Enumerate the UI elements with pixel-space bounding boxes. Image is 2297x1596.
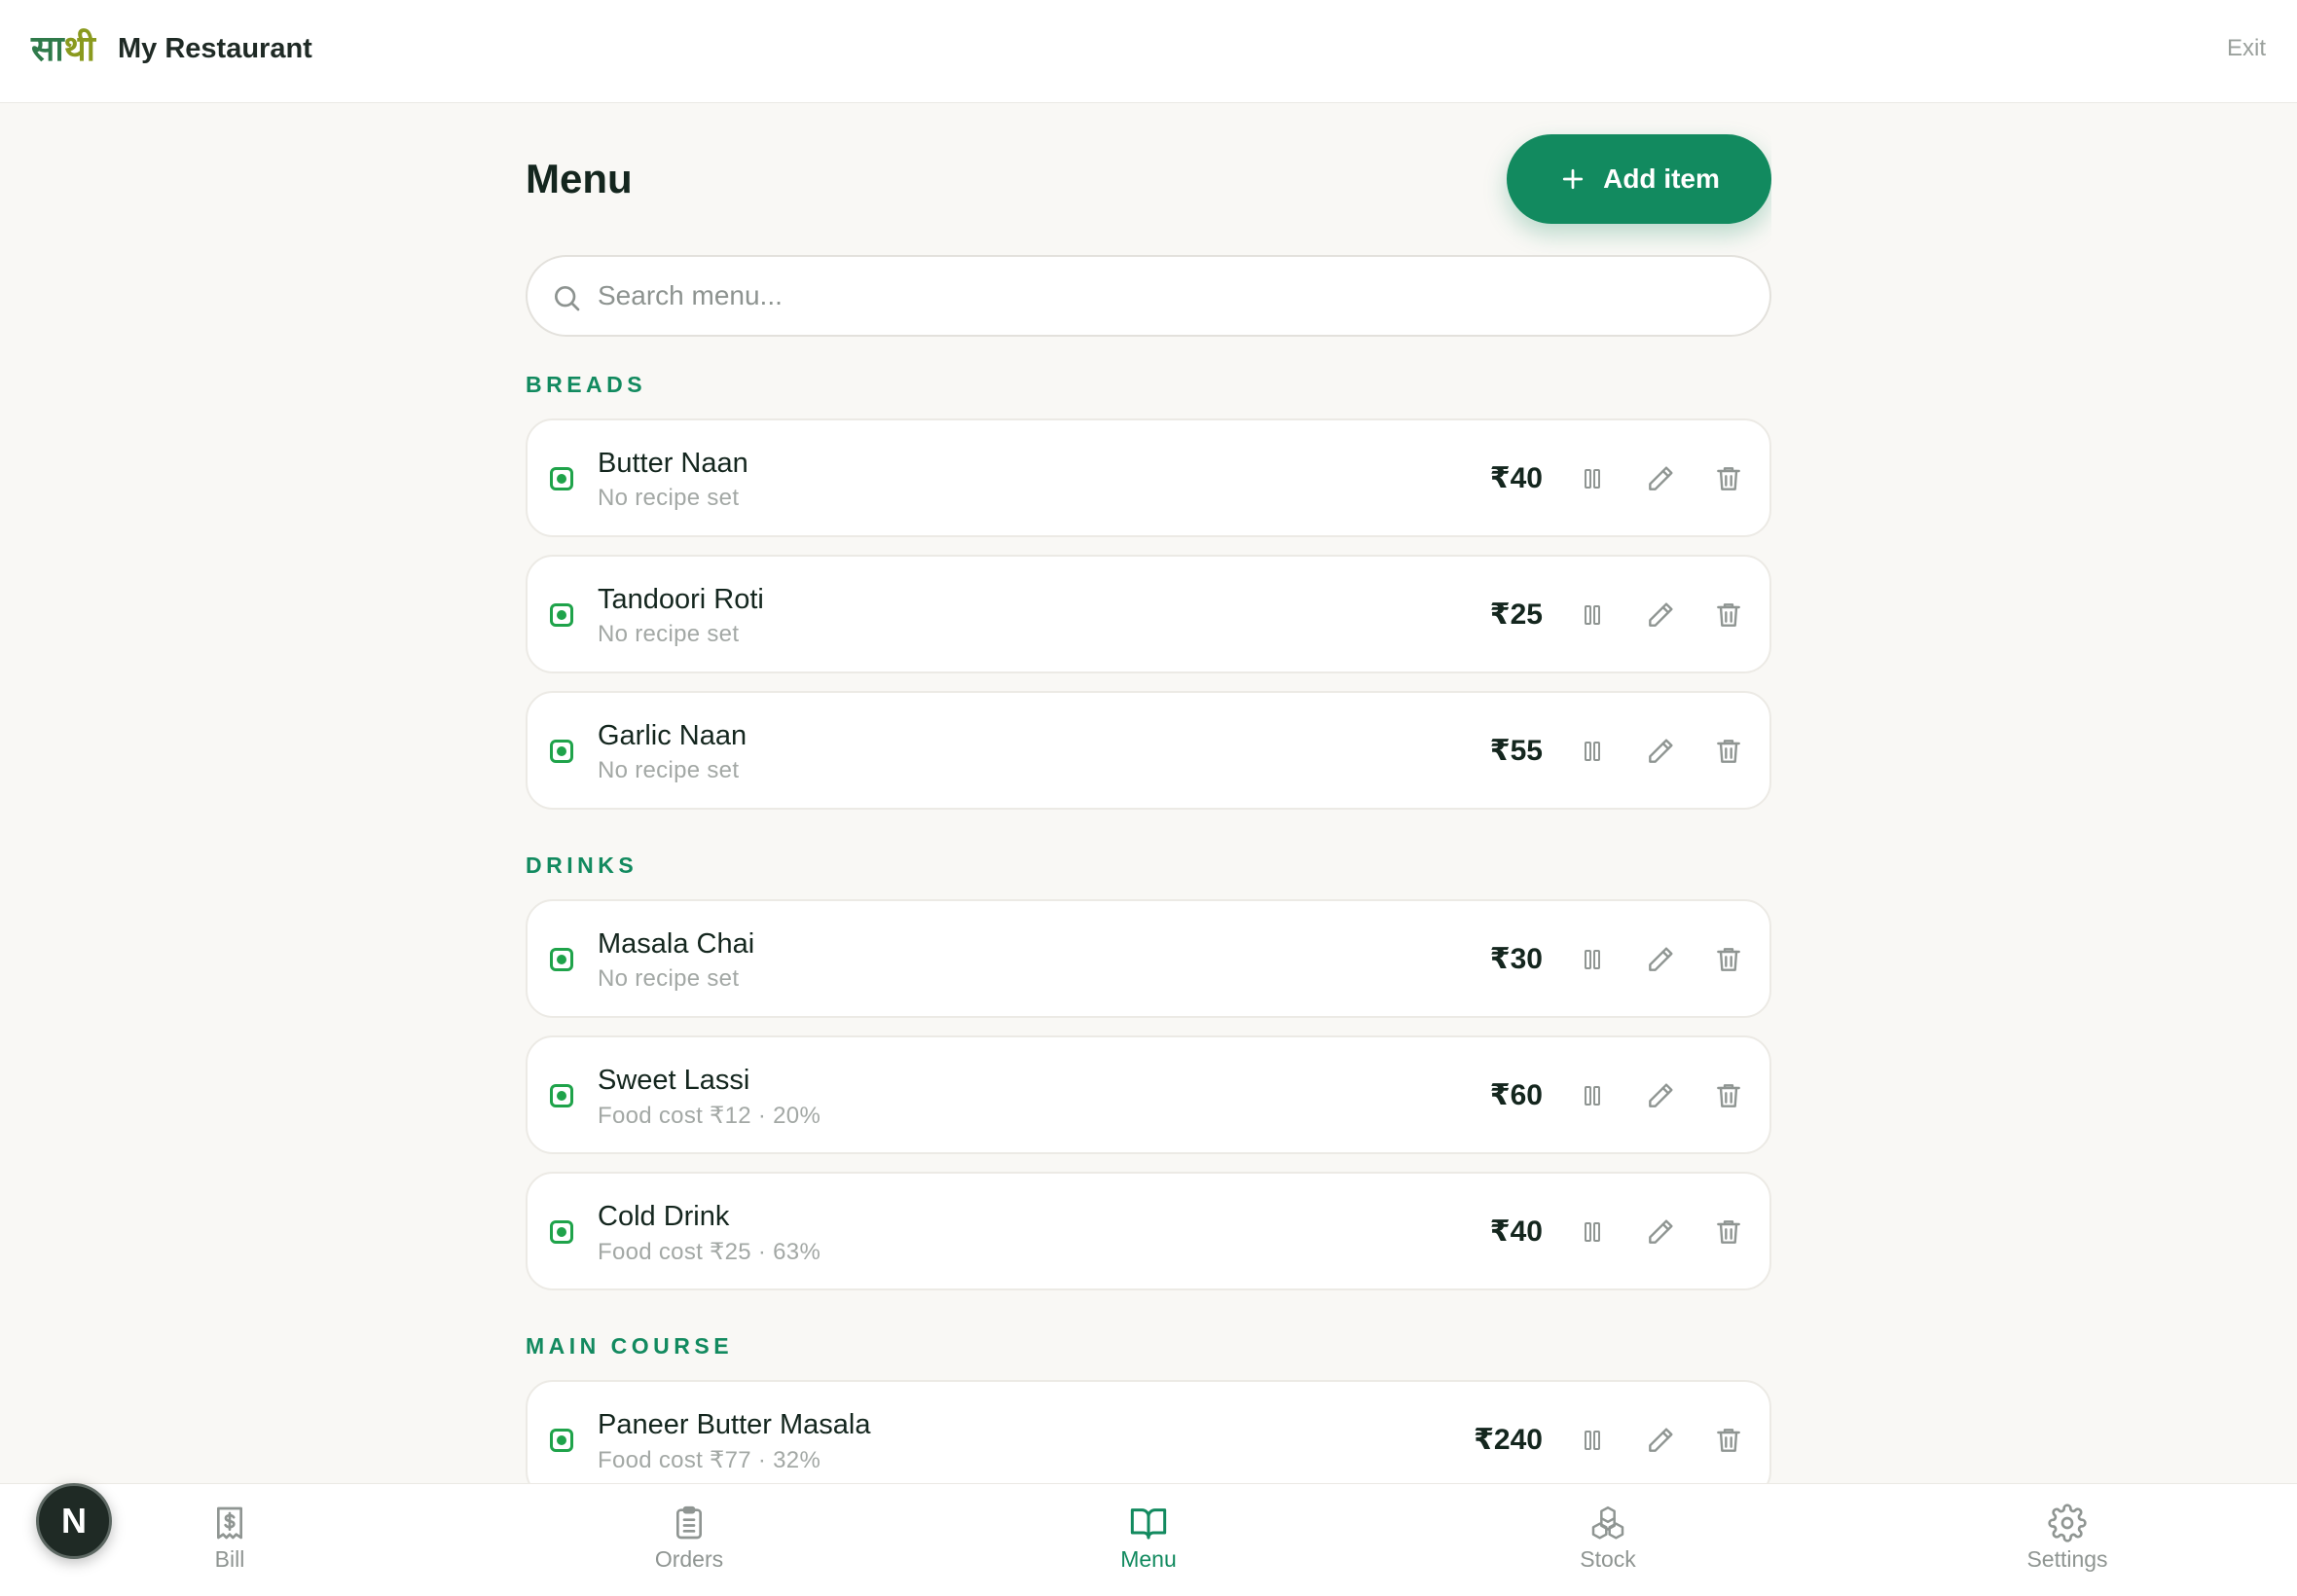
- pause-icon[interactable]: [1577, 1216, 1608, 1248]
- add-item-label: Add item: [1603, 163, 1720, 194]
- search-icon: [555, 286, 580, 311]
- item-name: Butter Naan: [598, 448, 748, 479]
- veg-indicator-icon: [550, 1429, 573, 1452]
- pencil-icon[interactable]: [1645, 463, 1676, 494]
- item-food-cost: Food cost ₹12 · 20%: [598, 1103, 821, 1129]
- pencil-icon[interactable]: [1645, 1080, 1676, 1111]
- trash-icon[interactable]: [1713, 1080, 1744, 1111]
- pencil-icon[interactable]: [1645, 1216, 1676, 1248]
- page-title: Menu: [526, 156, 633, 201]
- pencil-icon[interactable]: [1645, 736, 1676, 767]
- item-name: Paneer Butter Masala: [598, 1409, 871, 1440]
- tab-label: Settings: [2026, 1546, 2108, 1572]
- menu-item[interactable]: Garlic Naan No recipe set ₹55: [526, 691, 1771, 810]
- menu-item[interactable]: Butter Naan No recipe set ₹40: [526, 418, 1771, 537]
- item-name: Garlic Naan: [598, 720, 747, 751]
- user-avatar[interactable]: N: [36, 1483, 112, 1559]
- trash-icon[interactable]: [1713, 944, 1744, 975]
- item-price: ₹60: [1489, 1079, 1543, 1111]
- item-price: ₹55: [1489, 735, 1543, 767]
- app-logo: साथी: [31, 29, 95, 69]
- item-name: Sweet Lassi: [598, 1065, 750, 1096]
- item-food-cost: Food cost ₹25 · 63%: [598, 1239, 821, 1265]
- trash-icon[interactable]: [1713, 599, 1744, 631]
- item-price: ₹25: [1489, 598, 1543, 631]
- menu-item[interactable]: Paneer Butter Masala Food cost ₹77 · 32%…: [526, 1380, 1771, 1483]
- gear-icon: [2048, 1504, 2087, 1542]
- pause-icon[interactable]: [1577, 1425, 1608, 1456]
- clipboard-icon: [676, 1505, 702, 1540]
- exit-button[interactable]: Exit: [2227, 35, 2266, 62]
- menu-item[interactable]: Cold Drink Food cost ₹25 · 63% ₹40: [526, 1172, 1771, 1290]
- bottom-nav: Bill Orders Menu Stock Settings: [0, 1483, 2297, 1596]
- search-bar[interactable]: [526, 255, 1771, 337]
- trash-icon[interactable]: [1713, 463, 1744, 494]
- tab-menu[interactable]: Menu: [1051, 1484, 1246, 1596]
- pause-icon[interactable]: [1577, 944, 1608, 975]
- tab-label: Menu: [1120, 1546, 1177, 1572]
- veg-indicator-icon: [550, 603, 573, 627]
- item-recipe-status: No recipe set: [598, 621, 740, 647]
- search-input[interactable]: [598, 271, 1746, 321]
- restaurant-name: My Restaurant: [118, 33, 312, 64]
- veg-indicator-icon: [550, 740, 573, 763]
- trash-icon[interactable]: [1713, 1216, 1744, 1248]
- veg-indicator-icon: [550, 948, 573, 971]
- veg-indicator-icon: [550, 1084, 573, 1107]
- menu-item[interactable]: Masala Chai No recipe set ₹30: [526, 899, 1771, 1018]
- pencil-icon[interactable]: [1645, 599, 1676, 631]
- item-name: Tandoori Roti: [598, 584, 764, 615]
- boxes-icon: [1591, 1505, 1624, 1540]
- add-item-button[interactable]: Add item: [1507, 134, 1771, 224]
- category-label-breads: BREADS: [526, 372, 647, 397]
- item-price: ₹40: [1489, 1215, 1543, 1248]
- top-bar: साथी My Restaurant Exit: [0, 0, 2297, 103]
- menu-item[interactable]: Tandoori Roti No recipe set ₹25: [526, 555, 1771, 673]
- tab-orders[interactable]: Orders: [592, 1484, 786, 1596]
- veg-indicator-icon: [550, 1220, 573, 1244]
- item-name: Masala Chai: [598, 928, 755, 960]
- trash-icon[interactable]: [1713, 1425, 1744, 1456]
- item-food-cost: Food cost ₹77 · 32%: [598, 1447, 821, 1473]
- item-recipe-status: No recipe set: [598, 757, 740, 783]
- tab-label: Bill: [214, 1546, 245, 1572]
- pause-icon[interactable]: [1577, 736, 1608, 767]
- receipt-icon: [217, 1506, 242, 1540]
- item-recipe-status: No recipe set: [598, 485, 740, 511]
- pause-icon[interactable]: [1577, 599, 1608, 631]
- pencil-icon[interactable]: [1645, 944, 1676, 975]
- tab-bill[interactable]: Bill: [132, 1484, 327, 1596]
- pause-icon[interactable]: [1577, 1080, 1608, 1111]
- veg-indicator-icon: [550, 467, 573, 490]
- category-label-main-course: MAIN COURSE: [526, 1333, 734, 1359]
- pause-icon[interactable]: [1577, 463, 1608, 494]
- item-price: ₹40: [1489, 462, 1543, 494]
- menu-item[interactable]: Sweet Lassi Food cost ₹12 · 20% ₹60: [526, 1035, 1771, 1154]
- tab-stock[interactable]: Stock: [1511, 1484, 1705, 1596]
- tab-label: Orders: [654, 1546, 724, 1572]
- item-price: ₹30: [1489, 943, 1543, 975]
- menu-page: Menu Add item BREADS Butter Naan No reci…: [526, 103, 1771, 1483]
- pencil-icon[interactable]: [1645, 1425, 1676, 1456]
- item-name: Cold Drink: [598, 1201, 730, 1232]
- tab-settings[interactable]: Settings: [1970, 1484, 2165, 1596]
- trash-icon[interactable]: [1713, 736, 1744, 767]
- item-price: ₹240: [1474, 1424, 1543, 1456]
- book-open-icon: [1130, 1508, 1167, 1540]
- item-recipe-status: No recipe set: [598, 965, 740, 992]
- plus-icon: [1562, 168, 1584, 190]
- category-label-drinks: DRINKS: [526, 852, 638, 878]
- tab-label: Stock: [1580, 1546, 1636, 1572]
